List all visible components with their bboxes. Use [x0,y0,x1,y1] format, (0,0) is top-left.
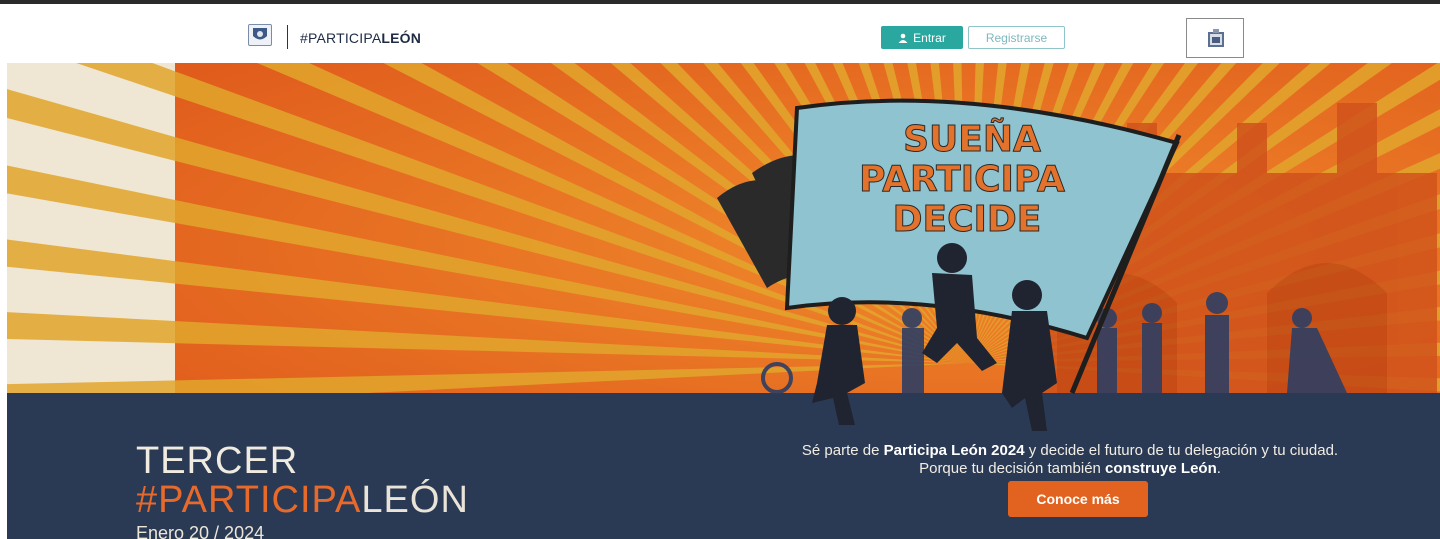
register-button[interactable]: Registrarse [968,26,1065,49]
slogan-line1: SUEÑA [903,118,1041,160]
hero-heading-line1: TERCER [136,440,299,482]
msg-part4: . [1216,460,1221,477]
brand-suffix: LEÓN [381,30,422,46]
page: #PARTICIPALEÓN Entrar Registrarse SUEÑA … [0,0,1440,539]
hero-hashtag: #PARTICIPALEÓN [136,480,469,520]
login-button[interactable]: Entrar [881,26,963,49]
hashtag-suffix: LEÓN [361,479,469,521]
event-date: Enero 20 / 2024 [136,523,265,539]
site-header: #PARTICIPALEÓN Entrar Registrarse [0,4,1440,62]
hero-message: Sé parte de Participa León 2024 y decide… [700,442,1440,478]
msg-part2: y decide el futuro de tu delegación y tu… [1024,442,1339,459]
msg-part3: Porque tu decisión también [919,460,1106,477]
slogan-line2: PARTICIPA [859,159,1065,200]
city-logo-icon[interactable] [1186,18,1244,58]
hashtag-prefix: #PARTICIPA [136,479,362,521]
user-icon [898,33,908,43]
slogan-line3: DECIDE [893,199,1042,240]
brand-title[interactable]: #PARTICIPALEÓN [300,30,421,46]
msg-part1: Sé parte de [801,442,884,459]
crest-icon[interactable] [248,24,272,46]
msg-bold2: construye León [1105,460,1217,477]
learn-more-button[interactable]: Conoce más [1008,481,1148,517]
msg-bold1: Participa León 2024 [883,442,1025,459]
login-label: Entrar [913,30,946,45]
brand-prefix: #PARTICIPA [300,30,382,46]
header-divider [287,25,288,49]
